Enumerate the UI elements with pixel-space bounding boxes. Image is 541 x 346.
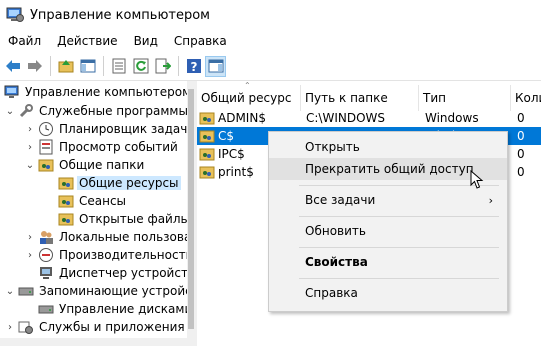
menu-view[interactable]: Вид: [126, 34, 166, 48]
column-header-count[interactable]: Колич: [511, 85, 541, 111]
shared-folder-icon: [58, 211, 74, 227]
mouse-cursor-icon: [470, 169, 484, 190]
chevron-right-icon[interactable]: ›: [4, 322, 16, 333]
menu-item-open[interactable]: Открыть: [269, 136, 507, 158]
count-cell: 0: [517, 147, 525, 161]
context-menu: Открыть Прекратить общий доступ Все зада…: [268, 131, 508, 312]
users-icon: [38, 229, 54, 245]
menu-item-refresh[interactable]: Обновить: [269, 220, 507, 242]
shared-folder-icon: [38, 157, 54, 173]
menu-bar: Файл Действие Вид Справка: [0, 30, 541, 52]
shared-folder-icon: [199, 146, 215, 162]
tree-horizontal-scrollbar[interactable]: [0, 338, 187, 346]
sort-arrow-icon: ⌃: [244, 81, 251, 90]
refresh-icon[interactable]: [130, 56, 151, 77]
menu-item-all-tasks[interactable]: Все задачи ›: [269, 189, 507, 211]
column-header-path[interactable]: Путь к папке: [301, 85, 419, 111]
chevron-right-icon: ›: [488, 193, 493, 207]
chevron-down-icon[interactable]: ⌄: [4, 106, 16, 117]
tree-item-performance[interactable]: › Производительность: [24, 246, 187, 264]
up-folder-icon[interactable]: [55, 56, 76, 77]
shared-folder-icon: [199, 110, 215, 126]
window-title: Управление компьютером: [30, 7, 210, 23]
table-row[interactable]: ADMIN$ C:\WINDOWS Windows 0: [197, 109, 541, 127]
title-bar: Управление компьютером: [0, 0, 541, 30]
tools-icon: [18, 103, 34, 119]
tree-vertical-scrollbar[interactable]: [187, 81, 195, 346]
show-action-pane-icon[interactable]: [205, 55, 226, 77]
shared-folder-icon: [199, 164, 215, 180]
menu-separator: [299, 278, 499, 279]
console-tree: Управление компьютером (л ⌄ Служебные пр…: [0, 81, 187, 346]
tree-item-local-users[interactable]: › Локальные пользовате: [24, 228, 187, 246]
export-list-icon[interactable]: [152, 56, 173, 77]
event-viewer-icon: [38, 139, 54, 155]
count-cell: 0: [517, 165, 525, 179]
device-manager-icon: [38, 265, 54, 281]
show-hide-tree-icon[interactable]: [77, 56, 98, 77]
tree-item-shared-folders[interactable]: ⌄ Общие папки: [24, 156, 146, 174]
chevron-right-icon[interactable]: ›: [24, 142, 36, 153]
tree-item-task-scheduler[interactable]: › Планировщик задач: [24, 120, 187, 138]
column-header-type[interactable]: Тип: [419, 85, 511, 111]
tree-item-sessions[interactable]: Сеансы: [56, 192, 128, 210]
shared-folder-icon: [199, 128, 215, 144]
tree-item-services[interactable]: › Службы и приложения: [4, 318, 187, 336]
chevron-right-icon[interactable]: ›: [24, 124, 36, 135]
tree-item-device-manager[interactable]: Диспетчер устройств: [36, 264, 187, 282]
back-arrow-icon[interactable]: [2, 56, 23, 77]
menu-help[interactable]: Справка: [166, 34, 235, 48]
svg-text:?: ?: [190, 60, 197, 74]
menu-action[interactable]: Действие: [49, 34, 125, 48]
toolbar-separator: [103, 56, 104, 76]
tree-item-storage[interactable]: ⌄ Запоминающие устройст: [4, 282, 187, 300]
column-header-share[interactable]: ⌃ Общий ресурс: [197, 81, 301, 111]
share-name-cell: print$: [197, 163, 254, 181]
disk-management-icon: [38, 301, 54, 317]
tree-item-open-files[interactable]: Открытые файлы: [56, 210, 187, 228]
count-cell: 0: [517, 111, 525, 125]
help-icon[interactable]: ?: [183, 56, 204, 77]
list-header: ⌃ Общий ресурс Путь к папке Тип Колич: [197, 81, 541, 111]
clock-icon: [38, 121, 54, 137]
path-cell: C:\WINDOWS: [306, 111, 386, 125]
forward-arrow-icon[interactable]: [24, 56, 45, 77]
tree-item-system-tools[interactable]: ⌄ Служебные программы: [4, 102, 187, 120]
services-icon: [18, 319, 34, 335]
menu-separator: [299, 185, 499, 186]
scrollbar-thumb[interactable]: [188, 89, 194, 329]
toolbar-separator: [50, 56, 51, 76]
share-name-cell: C$: [197, 127, 234, 145]
menu-separator: [299, 247, 499, 248]
chevron-right-icon[interactable]: ›: [24, 232, 36, 243]
chevron-right-icon[interactable]: ›: [24, 250, 36, 261]
computer-management-window: Управление компьютером Файл Действие Вид…: [0, 0, 541, 346]
share-name-cell: ADMIN$: [197, 109, 266, 127]
storage-icon: [18, 283, 34, 299]
chevron-down-icon[interactable]: ⌄: [4, 286, 16, 297]
toolbar-separator: [178, 56, 179, 76]
tree-root[interactable]: Управление компьютером (л: [2, 83, 187, 101]
tree-item-shares[interactable]: Общие ресурсы: [56, 174, 181, 192]
tree-item-disk-management[interactable]: Управление дисками: [36, 300, 187, 318]
shared-folder-icon: [58, 193, 74, 209]
count-cell: 0: [517, 129, 525, 143]
chevron-down-icon[interactable]: ⌄: [24, 160, 36, 171]
menu-file[interactable]: Файл: [0, 34, 49, 48]
type-cell: Windows: [425, 111, 479, 125]
properties-icon[interactable]: [108, 56, 129, 77]
shared-folder-icon: [58, 175, 74, 191]
computer-management-icon: [4, 84, 20, 100]
toolbar: ?: [0, 52, 541, 80]
menu-item-help[interactable]: Справка: [269, 282, 507, 304]
tree-item-event-viewer[interactable]: › Просмотр событий: [24, 138, 180, 156]
menu-item-properties[interactable]: Свойства: [269, 251, 507, 273]
menu-separator: [299, 216, 499, 217]
computer-management-icon: [6, 7, 24, 23]
performance-icon: [38, 247, 54, 263]
share-name-cell: IPC$: [197, 145, 245, 163]
